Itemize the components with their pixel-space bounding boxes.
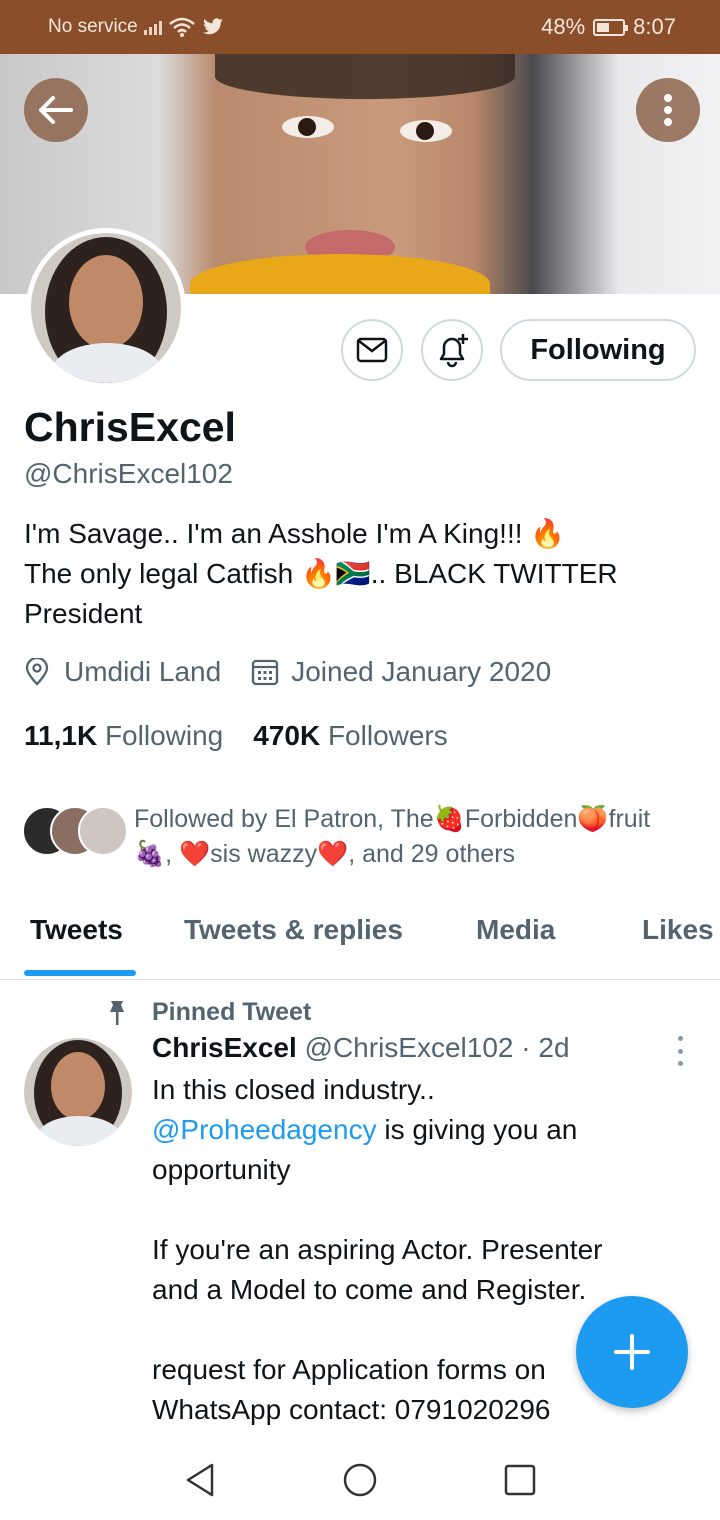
system-nav-bar [0, 1436, 720, 1520]
envelope-icon [356, 337, 388, 363]
tweet-line: In this closed industry.. [152, 1074, 435, 1105]
tweet-author-avatar[interactable] [24, 1038, 132, 1146]
followers-count: 470K [253, 720, 321, 751]
back-button[interactable] [24, 78, 88, 142]
follower-avatar [78, 806, 128, 856]
bio-line: The only legal Catfish 🔥🇿🇦.. BLACK TWITT… [24, 558, 618, 589]
following-count-link[interactable]: 11,1K Following [24, 720, 223, 752]
bio-line: I'm Savage.. I'm an Asshole I'm A King!!… [24, 518, 566, 549]
tweet-time: · 2d [521, 1032, 570, 1063]
pinned-indicator: Pinned Tweet [104, 998, 311, 1027]
banner-eye [400, 120, 452, 142]
location-pin-icon [25, 658, 49, 686]
battery-percent: 48% [541, 14, 586, 39]
profile-name: ChrisExcel [24, 404, 236, 450]
bio-line: President [24, 598, 143, 629]
followers-label: Followers [327, 720, 448, 751]
nav-recents-icon[interactable] [504, 1464, 536, 1496]
nav-home-icon[interactable] [342, 1462, 378, 1498]
status-right: 48% 8:07 [541, 14, 676, 40]
pinned-label: Pinned Tweet [152, 998, 312, 1026]
profile-joined: Joined January 2020 [291, 656, 552, 687]
compose-tweet-button[interactable] [576, 1296, 688, 1408]
avatar-face [51, 1052, 105, 1120]
more-options-button[interactable] [636, 78, 700, 142]
tweet-mention-link[interactable]: @Proheedagency [152, 1114, 377, 1145]
profile-avatar[interactable] [26, 228, 186, 388]
message-button[interactable] [341, 319, 403, 381]
wifi-icon [168, 17, 195, 37]
banner-shirt [190, 254, 490, 294]
followers-count-link[interactable]: 470K Followers [253, 720, 448, 752]
bell-plus-icon [439, 334, 468, 368]
tab-likes[interactable]: Likes [642, 914, 714, 946]
profile-bio: I'm Savage.. I'm an Asshole I'm A King!!… [24, 514, 684, 634]
tab-tweets-replies[interactable]: Tweets & replies [184, 914, 403, 946]
clock: 8:07 [633, 14, 676, 39]
nav-back-icon[interactable] [184, 1462, 216, 1498]
followed-by-line: 🍇, ❤️sis wazzy❤️, and 29 others [134, 840, 516, 868]
twitter-bird-icon [202, 18, 223, 35]
notify-button[interactable] [421, 319, 483, 381]
kebab-vertical-icon [664, 94, 672, 126]
following-label: Following [104, 720, 224, 751]
tweet-line: @Proheedagency is giving you an [152, 1110, 672, 1150]
followed-by-line: Followed by El Patron, The🍓Forbidden🍑fru… [134, 805, 651, 833]
followed-by[interactable]: Followed by El Patron, The🍓Forbidden🍑fru… [22, 802, 702, 872]
tweet-line: and a Model to come and Register. [152, 1274, 587, 1305]
tweet-author-name[interactable]: ChrisExcel [152, 1032, 297, 1063]
arrow-left-icon [39, 96, 73, 124]
tab-tweets[interactable]: Tweets [30, 914, 123, 946]
active-tab-indicator [24, 970, 136, 976]
plus-icon [614, 1334, 650, 1370]
avatar-face [69, 255, 143, 349]
followed-by-text: Followed by El Patron, The🍓Forbidden🍑fru… [134, 802, 694, 872]
tweet-line: opportunity [152, 1154, 291, 1185]
battery-icon [593, 18, 629, 36]
tweet-spacer [152, 1190, 672, 1230]
battery-fill [597, 22, 609, 32]
banner-eye [282, 116, 334, 138]
following-button[interactable]: Following [500, 319, 696, 381]
profile-tabs: Tweets Tweets & replies Media Likes [0, 900, 720, 980]
carrier-label: No service [48, 16, 138, 37]
tweet-more-icon[interactable] [672, 1036, 688, 1066]
tweet-text: is giving you an [376, 1114, 578, 1145]
pin-icon [110, 1000, 124, 1025]
tab-media[interactable]: Media [476, 914, 555, 946]
tweet-header: ChrisExcel @ChrisExcel102 · 2d [152, 1032, 570, 1064]
profile-counts: 11,1K Following 470K Followers [24, 720, 448, 752]
profile-meta: Umdidi Land Joined January 2020 [24, 656, 551, 688]
tweet-line: If you're an aspiring Actor. Presenter [152, 1234, 603, 1265]
tweet-author-handle: @ChrisExcel102 [304, 1032, 514, 1063]
calendar-icon [252, 659, 279, 686]
banner-hair [215, 54, 515, 99]
profile-location: Umdidi Land [64, 656, 222, 687]
profile-handle: @ChrisExcel102 [24, 458, 233, 489]
status-left: No service [48, 16, 224, 38]
following-count: 11,1K [24, 720, 98, 751]
tweet-line: WhatsApp contact: 0791020296 [152, 1394, 551, 1425]
signal-icon [143, 19, 162, 35]
status-bar: No service 48% 8:07 [0, 0, 720, 54]
